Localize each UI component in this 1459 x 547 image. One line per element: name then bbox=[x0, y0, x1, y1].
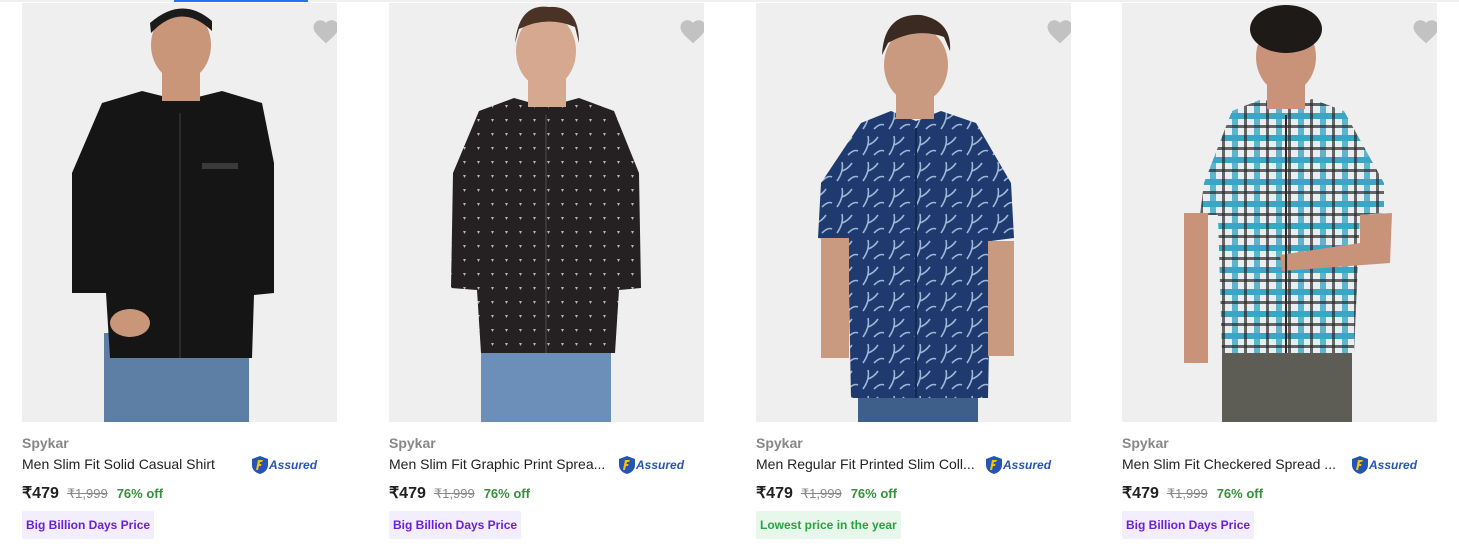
offer-tag: Big Billion Days Price bbox=[1122, 511, 1255, 539]
product-title[interactable]: Men Slim Fit Checkered Spread ... bbox=[1122, 456, 1354, 472]
product-brand: Spykar bbox=[756, 435, 803, 451]
product-image[interactable] bbox=[1122, 3, 1437, 422]
assured-shield-icon bbox=[986, 456, 1002, 474]
discount-percent: 76% off bbox=[483, 486, 530, 501]
original-price: ₹1,999 bbox=[800, 486, 842, 501]
assured-badge: Assured bbox=[1352, 455, 1417, 475]
discount-percent: 76% off bbox=[116, 486, 163, 501]
assured-shield-icon bbox=[252, 456, 268, 474]
discount-percent: 76% off bbox=[1216, 486, 1263, 501]
assured-badge: Assured bbox=[252, 455, 317, 475]
selling-price: ₹479 bbox=[1122, 485, 1159, 502]
discount-percent: 76% off bbox=[850, 486, 897, 501]
heart-wishlist-icon[interactable] bbox=[678, 17, 704, 47]
offer-tag: Big Billion Days Price bbox=[22, 511, 155, 539]
price-row: ₹479 ₹1,999 76% off bbox=[1122, 483, 1263, 503]
offer-tag: Lowest price in the year bbox=[756, 511, 901, 539]
assured-badge: Assured bbox=[986, 455, 1051, 475]
assured-label: Assured bbox=[636, 458, 685, 472]
original-price: ₹1,999 bbox=[1166, 486, 1208, 501]
product-brand: Spykar bbox=[389, 435, 436, 451]
offer-tag: Big Billion Days Price bbox=[389, 511, 522, 539]
assured-shield-icon bbox=[1352, 456, 1368, 474]
selling-price: ₹479 bbox=[389, 485, 426, 502]
original-price: ₹1,999 bbox=[433, 486, 475, 501]
product-card[interactable]: Spykar Men Slim Fit Checkered Spread ...… bbox=[1122, 3, 1438, 547]
assured-badge: Assured bbox=[619, 455, 684, 475]
product-card[interactable]: Spykar Men Regular Fit Printed Slim Coll… bbox=[756, 3, 1072, 547]
product-image[interactable] bbox=[389, 3, 704, 422]
product-brand: Spykar bbox=[22, 435, 69, 451]
original-price: ₹1,999 bbox=[66, 486, 108, 501]
active-tab-indicator bbox=[174, 0, 308, 2]
selling-price: ₹479 bbox=[756, 485, 793, 502]
price-row: ₹479 ₹1,999 76% off bbox=[389, 483, 530, 503]
product-brand: Spykar bbox=[1122, 435, 1169, 451]
assured-label: Assured bbox=[1003, 458, 1052, 472]
heart-wishlist-icon[interactable] bbox=[311, 17, 337, 47]
assured-label: Assured bbox=[269, 458, 318, 472]
assured-label: Assured bbox=[1369, 458, 1418, 472]
price-row: ₹479 ₹1,999 76% off bbox=[22, 483, 163, 503]
product-image[interactable] bbox=[22, 3, 337, 422]
heart-wishlist-icon[interactable] bbox=[1411, 17, 1437, 47]
price-row: ₹479 ₹1,999 76% off bbox=[756, 483, 897, 503]
product-title[interactable]: Men Slim Fit Solid Casual Shirt bbox=[22, 456, 254, 472]
selling-price: ₹479 bbox=[22, 485, 59, 502]
product-title[interactable]: Men Regular Fit Printed Slim Coll... bbox=[756, 456, 988, 472]
product-card[interactable]: Spykar Men Slim Fit Solid Casual Shirt A… bbox=[22, 3, 338, 547]
assured-shield-icon bbox=[619, 456, 635, 474]
product-image[interactable] bbox=[756, 3, 1071, 422]
product-title[interactable]: Men Slim Fit Graphic Print Sprea... bbox=[389, 456, 621, 472]
heart-wishlist-icon[interactable] bbox=[1045, 17, 1071, 47]
product-card[interactable]: Spykar Men Slim Fit Graphic Print Sprea.… bbox=[389, 3, 705, 547]
